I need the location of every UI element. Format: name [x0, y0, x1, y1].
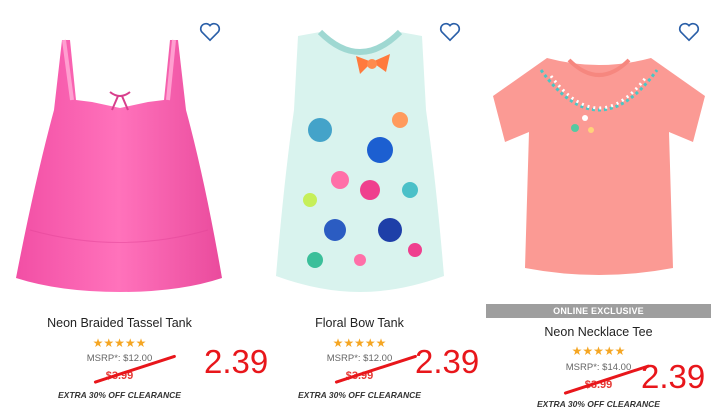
heart-icon[interactable]: [199, 22, 221, 42]
product-name[interactable]: Neon Braided Tassel Tank: [0, 316, 239, 330]
heart-icon[interactable]: [678, 22, 700, 42]
product-name[interactable]: Neon Necklace Tee: [479, 325, 718, 339]
product-image[interactable]: [0, 0, 239, 300]
product-name[interactable]: Floral Bow Tank: [240, 316, 479, 330]
product-card-neon-braided-tassel-tank[interactable]: Neon Braided Tassel Tank ★★★★★ MSRP*: $1…: [0, 0, 268, 407]
new-price: 2.39: [641, 358, 706, 395]
product-card-neon-necklace-tee[interactable]: ONLINE EXCLUSIVE Neon Necklace Tee ★★★★★…: [479, 0, 718, 409]
online-exclusive-badge: ONLINE EXCLUSIVE: [486, 304, 711, 318]
product-image[interactable]: [479, 0, 718, 300]
new-price: 2.39: [415, 343, 480, 380]
promo-text: EXTRA 30% OFF CLEARANCE: [298, 390, 421, 400]
product-card-floral-bow-tank[interactable]: Floral Bow Tank ★★★★★ MSRP*: $12.00 $3.9…: [240, 0, 479, 407]
heart-icon[interactable]: [439, 22, 461, 42]
rating-stars: ★★★★★: [571, 344, 626, 358]
product-image[interactable]: [240, 0, 479, 300]
promo-text: EXTRA 30% OFF CLEARANCE: [537, 399, 660, 409]
promo-text: EXTRA 30% OFF CLEARANCE: [58, 390, 181, 400]
